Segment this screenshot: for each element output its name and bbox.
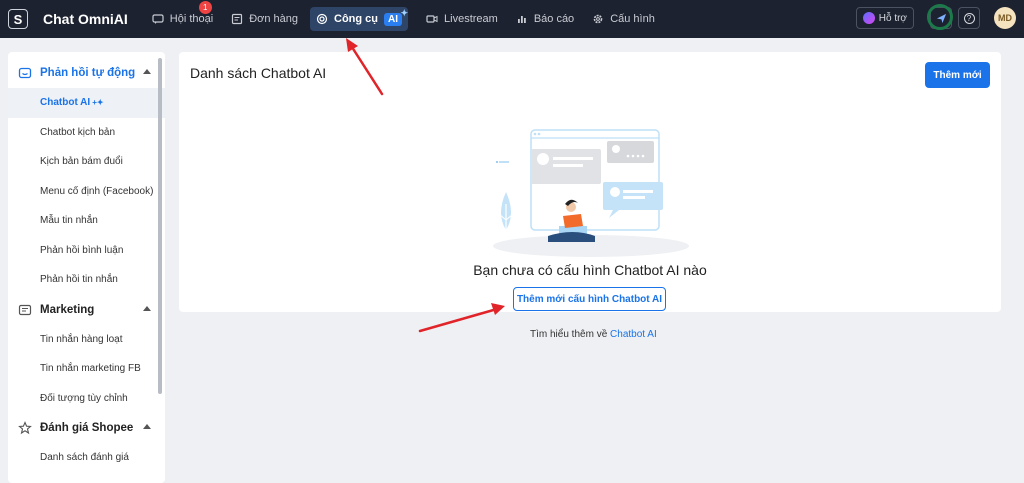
nav-livestream[interactable]: Livestream — [420, 7, 504, 31]
sidebar-item-mau-tin-nhan[interactable]: Mẫu tin nhắn — [8, 206, 165, 236]
sidebar-item-doi-tuong-tuy-chinh[interactable]: Đối tượng tùy chỉnh — [8, 384, 165, 414]
group-title: Marketing — [40, 303, 95, 316]
sidebar-item-phan-hoi-tin-nhan[interactable]: Phản hồi tin nhắn — [8, 265, 165, 295]
sidebar-scrollbar[interactable] — [158, 58, 162, 394]
support-button[interactable]: Hỗ trợ — [855, 7, 914, 29]
add-new-button[interactable]: Thêm mới — [925, 62, 990, 88]
chevron-up-icon[interactable] — [143, 69, 151, 74]
empty-state-message: Bạn chưa có cấu hình Chatbot AI nào — [473, 262, 707, 278]
ai-chip: AI ✦ — [384, 8, 408, 26]
chevron-up-icon[interactable] — [143, 305, 151, 311]
group-title: Đánh giá Shopee — [40, 422, 134, 434]
highlight-ring — [927, 4, 953, 30]
sidebar-item-kich-ban-bam-duoi[interactable]: Kịch bản bám đuổi — [8, 147, 165, 177]
chevron-up-icon[interactable] — [143, 424, 151, 429]
notification-button[interactable] — [927, 4, 953, 30]
sparkle-icon: ✦ — [400, 7, 409, 18]
learn-more-text: Tìm hiểu thêm về — [530, 329, 608, 340]
gear-icon — [593, 14, 603, 24]
support-label: Hỗ trợ — [878, 12, 907, 24]
nav-cau-hinh[interactable]: Cấu hình — [586, 7, 661, 31]
group-marketing[interactable]: Marketing — [8, 295, 165, 325]
sidebar-item-phan-hoi-binh-luan[interactable]: Phản hồi bình luận — [8, 236, 165, 266]
video-icon — [426, 15, 438, 23]
sidebar-item-tin-nhan-hang-loat[interactable]: Tin nhắn hàng loạt — [8, 325, 165, 355]
chatbot-list-card: Danh sách Chatbot AI Thêm mới Bạn chưa c… — [179, 52, 1001, 312]
group-phan-hoi-tu-dong[interactable]: Phản hồi tự động — [8, 58, 165, 88]
chat-icon — [152, 14, 164, 24]
unread-badge: 1 — [198, 1, 212, 14]
group-danh-gia-shopee[interactable]: Đánh giá Shopee — [8, 413, 165, 443]
group-title: Phản hồi tự động — [40, 67, 136, 79]
annotation-arrow-bottom — [418, 303, 505, 333]
nav-hoi-thoai[interactable]: Hội thoại 1 — [146, 1, 219, 31]
nav-label: Livestream — [444, 13, 498, 25]
help-icon: ? — [963, 12, 975, 24]
nav-label: Báo cáo — [533, 13, 575, 25]
messenger-icon — [862, 12, 875, 24]
nav-label: Công cụ — [334, 13, 379, 25]
order-icon — [232, 13, 243, 25]
sparkle-icon: +✦ — [92, 98, 104, 108]
top-navigation-bar: S Chat OmniAI Hội thoại 1 Đơn hàng Công … — [0, 0, 1024, 38]
nav-label: Đơn hàng — [249, 13, 299, 25]
annotation-arrow-top — [346, 38, 384, 96]
tools-icon — [316, 13, 328, 25]
help-button[interactable]: ? — [958, 7, 980, 29]
app-logo[interactable]: S — [8, 9, 28, 29]
sidebar-item-danh-sach-danh-gia[interactable]: Danh sách đánh giá — [8, 443, 165, 473]
header-actions: Hỗ trợ ? MD — [855, 4, 1016, 30]
avatar[interactable]: MD — [994, 7, 1016, 29]
learn-more: Tìm hiểu thêm về Chatbot AI — [530, 329, 657, 340]
nav-cong-cu[interactable]: Công cụ AI ✦ — [310, 7, 409, 31]
sidebar-item-chatbot-kich-ban[interactable]: Chatbot kịch bản — [8, 118, 165, 148]
sidebar-item-chatbot-ai[interactable]: Chatbot AI +✦ — [8, 88, 165, 118]
chart-icon — [517, 16, 526, 23]
empty-state-illustration — [493, 129, 689, 257]
star-icon — [18, 421, 32, 435]
auto-reply-icon — [18, 67, 32, 79]
nav-don-hang[interactable]: Đơn hàng — [225, 7, 304, 31]
nav-label: Hội thoại — [169, 13, 214, 25]
sidebar-item-menu-co-dinh[interactable]: Menu cố định (Facebook) — [8, 177, 165, 207]
nav-bao-cao[interactable]: Báo cáo — [510, 7, 580, 31]
sidebar-item-tin-nhan-marketing-fb[interactable]: Tin nhắn marketing FB — [8, 354, 165, 384]
learn-more-link[interactable]: Chatbot AI — [610, 329, 657, 340]
add-chatbot-config-button[interactable]: Thêm mới cấu hình Chatbot AI — [513, 287, 666, 311]
app-title: Chat OmniAI — [43, 11, 128, 27]
sidebar: Phản hồi tự động Chatbot AI +✦ Chatbot kị… — [8, 52, 165, 483]
marketing-icon — [18, 304, 32, 315]
page-title: Danh sách Chatbot AI — [190, 65, 327, 81]
nav-label: Cấu hình — [610, 13, 655, 25]
